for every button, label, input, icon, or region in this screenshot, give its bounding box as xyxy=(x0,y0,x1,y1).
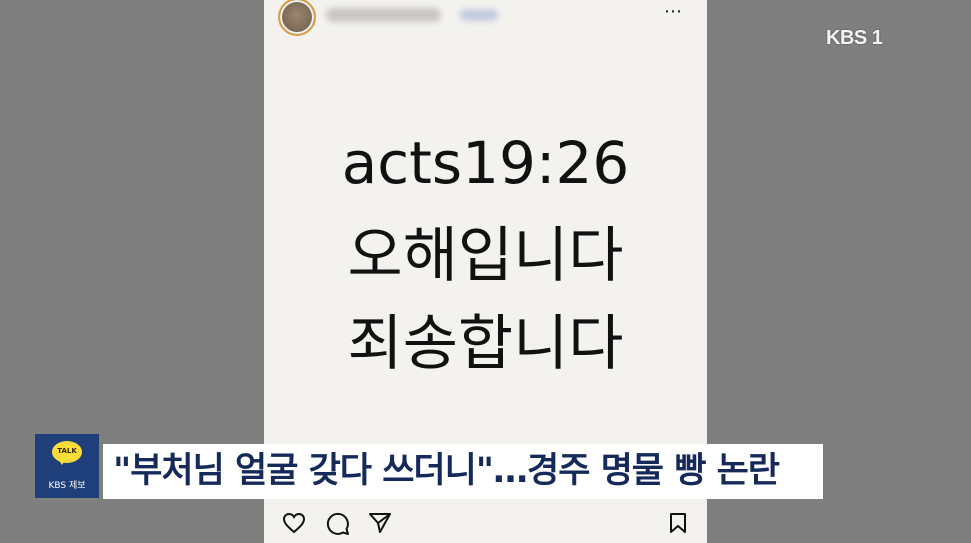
post-header: ⋯ xyxy=(264,0,707,40)
post-text-line-2: 오해입니다 xyxy=(347,221,624,291)
post-text-line-3: 죄송합니다 xyxy=(347,309,624,379)
post-text-line-1: acts19:26 xyxy=(341,129,630,197)
bookmark-icon[interactable] xyxy=(668,512,688,534)
post-actions xyxy=(264,506,707,543)
talk-label: TALK xyxy=(57,447,77,455)
share-icon[interactable] xyxy=(368,512,392,534)
heart-icon[interactable] xyxy=(282,512,306,534)
tip-label: KBS 제보 xyxy=(48,481,86,491)
avatar[interactable] xyxy=(278,0,316,36)
blurred-follow-label[interactable] xyxy=(460,9,498,21)
kakaotalk-tip-badge: TALK KBS 제보 xyxy=(35,434,99,498)
headline-text: "부처님 얼굴 갖다 쓰더니"…경주 명물 빵 논란 xyxy=(113,451,780,491)
news-caption: "부처님 얼굴 갖다 쓰더니"…경주 명물 빵 논란 xyxy=(103,444,823,499)
blurred-username[interactable] xyxy=(326,8,441,22)
more-options-icon[interactable]: ⋯ xyxy=(664,2,683,22)
kbs1-logo: KBS 1 xyxy=(826,27,883,49)
comment-icon[interactable] xyxy=(326,512,350,536)
